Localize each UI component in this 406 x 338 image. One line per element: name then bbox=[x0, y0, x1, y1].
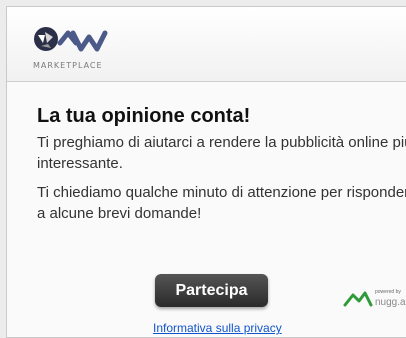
powered-by-brand: nugg.ad bbox=[375, 297, 406, 308]
survey-title: La tua opinione conta! bbox=[37, 105, 251, 127]
survey-text-1: Ti preghiamo di aiutarci a rendere la pu… bbox=[37, 134, 406, 172]
survey-panel: MARKETPLACE La tua opinione conta! Ti pr… bbox=[6, 6, 406, 338]
powered-by-text: powered by bbox=[375, 289, 401, 295]
survey-text-2: Ti chiediamo qualche minuto di attenzion… bbox=[37, 184, 406, 222]
participate-button[interactable]: Partecipa bbox=[155, 274, 268, 307]
nuggad-logo-icon bbox=[343, 291, 373, 307]
survey-content: La tua opinione conta! Ti preghiamo di a… bbox=[37, 105, 406, 224]
header-bar: MARKETPLACE bbox=[7, 7, 406, 82]
marketplace-logo: MARKETPLACE bbox=[33, 23, 129, 75]
logo-text: MARKETPLACE bbox=[33, 61, 103, 70]
powered-by-logo: powered by nugg.ad bbox=[343, 289, 406, 311]
4w-logo-icon bbox=[34, 27, 108, 52]
privacy-link[interactable]: Informativa sulla privacy bbox=[153, 321, 282, 335]
